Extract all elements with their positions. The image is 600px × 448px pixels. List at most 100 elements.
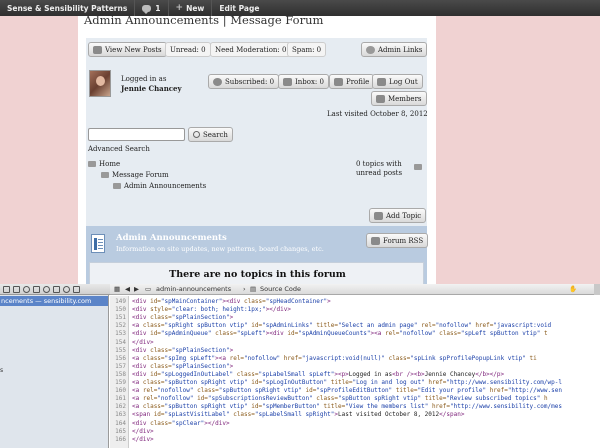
code-line[interactable]: <span id="spLastVisitLabel" class="spLab… — [132, 411, 464, 418]
add-topic-button[interactable]: Add Topic — [369, 208, 427, 223]
line-number: 153 — [115, 330, 126, 338]
breadcrumb-message-forum-label: Message Forum — [112, 171, 169, 179]
admin-links-button[interactable]: Admin Links — [361, 42, 428, 57]
code-line[interactable]: <a class="spButton spRight vtip" id="spL… — [132, 379, 562, 386]
line-number-gutter: 149 150 151 152 153 154 155 156 157 158 159 160 161 1… — [110, 296, 129, 448]
timeline-icon[interactable] — [43, 286, 50, 293]
console-icon[interactable] — [13, 286, 20, 293]
code-line[interactable]: <div class="spPlainSection"> — [132, 314, 233, 321]
debugger-icon[interactable] — [63, 286, 70, 293]
code-line[interactable]: <div id="spAdminQueue" class="spLeft"><d… — [132, 330, 548, 337]
forum-container: View New Posts Unread: 0 Need Moderation… — [86, 38, 429, 284]
view-new-posts-button[interactable]: View New Posts — [88, 42, 167, 57]
code-line[interactable]: <div class="spClear"></div> — [132, 420, 230, 427]
forum-rss-button[interactable]: Forum RSS — [366, 233, 429, 248]
line-number: 166 — [115, 435, 126, 443]
resources-icon[interactable] — [53, 286, 60, 293]
line-number: 151 — [115, 314, 126, 322]
line-number: 165 — [115, 427, 126, 435]
avatar[interactable] — [89, 70, 111, 97]
code-line[interactable]: <div id="spMainContainer"><div class="sp… — [132, 298, 331, 305]
unread-count[interactable]: Unread: 0 — [165, 42, 211, 57]
line-number: 160 — [115, 387, 126, 395]
nav-resource[interactable]: admin-announcements — [156, 285, 231, 294]
new-label: New — [186, 3, 205, 13]
editor-nav-bar: ▦ ◀ ▶ ▭ admin-announcements › ▤ Source C… — [110, 284, 600, 295]
breadcrumb-admin-announcements[interactable]: Admin Announcements — [113, 182, 206, 190]
forum-document-icon — [91, 234, 105, 253]
search-label: Search — [203, 130, 228, 139]
line-number: 149 — [115, 298, 126, 305]
nav-view[interactable]: Source Code — [260, 285, 301, 294]
spam-count[interactable]: Spam: 0 — [287, 42, 327, 57]
advanced-search-link[interactable]: Advanced Search — [88, 145, 150, 153]
add-topic-label: Add Topic — [386, 211, 422, 220]
nav-separator-icon: › — [243, 285, 246, 293]
plus-icon: + — [175, 3, 184, 13]
inspector-sidebar: ncements — sensibility.com s — [0, 295, 109, 448]
grid-icon[interactable]: ▦ — [114, 285, 120, 294]
rss-icon — [371, 236, 380, 245]
line-number: 164 — [115, 419, 126, 427]
line-number: 162 — [115, 403, 126, 411]
posts-icon — [93, 45, 102, 54]
line-number: 150 — [115, 306, 126, 314]
sidebar-item-fragment[interactable]: s — [0, 367, 3, 374]
envelope-icon — [283, 77, 292, 86]
code-line[interactable]: <a class="spRight spButton vtip" id="spA… — [132, 322, 551, 329]
back-arrow-icon[interactable]: ◀ — [125, 285, 130, 294]
members-icon — [376, 94, 385, 103]
search-icon[interactable] — [23, 286, 30, 293]
profile-button[interactable]: Profile — [329, 74, 375, 89]
code-line[interactable]: <div style="clear: both; height:1px;"></… — [132, 306, 291, 313]
web-inspector: ncements — sensibility.com s ▦ ◀ ▶ ▭ adm… — [0, 284, 600, 448]
code-line[interactable]: </div> — [132, 428, 154, 435]
forum-section-header: Admin Announcements Information on site … — [86, 226, 429, 284]
code-line[interactable]: </div> — [132, 339, 154, 346]
code-line[interactable]: <div class="spPlainSection"> — [132, 347, 233, 354]
profile-label: Profile — [346, 77, 370, 86]
search-input[interactable] — [88, 128, 185, 141]
search-button[interactable]: Search — [188, 127, 233, 142]
line-number: 156 — [115, 354, 126, 362]
logged-in-label: Logged in as — [121, 75, 167, 83]
breadcrumb-home[interactable]: Home — [88, 160, 120, 168]
snippets-icon[interactable] — [73, 286, 80, 293]
forum-section-title[interactable]: Admin Announcements — [116, 233, 227, 243]
unread-topics-status-line2: unread posts — [356, 169, 403, 177]
code-line[interactable]: <a rel="nofollow" class="spButton spRigh… — [132, 387, 562, 394]
home-icon — [88, 161, 96, 167]
code-line[interactable]: <div id="spLoggedInOutLabel" class="spLa… — [132, 371, 504, 378]
forum-icon — [101, 172, 109, 178]
search-icon — [193, 131, 200, 138]
need-moderation-count[interactable]: Need Moderation: 0 — [210, 42, 292, 57]
mark-read-icon[interactable] — [414, 164, 422, 170]
log-out-label: Log Out — [389, 77, 418, 86]
forward-arrow-icon[interactable]: ▶ — [134, 285, 139, 294]
log-out-button[interactable]: Log Out — [372, 74, 423, 89]
inbox-button[interactable]: Inbox: 0 — [278, 74, 329, 89]
members-label: Members — [388, 94, 422, 103]
members-button[interactable]: Members — [371, 91, 427, 106]
logout-icon — [377, 77, 386, 86]
line-number: 159 — [115, 379, 126, 386]
breadcrumb-message-forum[interactable]: Message Forum — [101, 171, 169, 179]
code-line[interactable]: <a class="spButton spRight vtip" id="spM… — [132, 403, 562, 410]
star-icon — [366, 45, 375, 54]
comments-count: 1 — [155, 3, 161, 13]
code-line[interactable]: <a rel="nofollow" id="spSubscriptionsRev… — [132, 395, 548, 402]
inspect-icon[interactable] — [33, 286, 40, 293]
code-line[interactable]: <div class="spPlainSection"> — [132, 363, 233, 370]
unread-topics-status-line1: 0 topics with — [356, 160, 402, 168]
editor-scrollbar[interactable] — [594, 284, 600, 295]
breadcrumb-home-label: Home — [99, 160, 121, 168]
sidebar-item-page[interactable]: ncements — sensibility.com — [0, 296, 108, 306]
no-topics-panel: There are no topics in this forum — [89, 262, 424, 284]
code-line[interactable]: </div> — [132, 436, 154, 443]
document-icon: ▭ — [145, 285, 152, 293]
code-line[interactable]: <a class="spImg spLeft"><a rel="nofollow… — [132, 355, 537, 362]
hand-icon[interactable]: ✋ — [569, 285, 577, 294]
line-number: 161 — [115, 395, 126, 403]
dock-icon[interactable] — [3, 286, 10, 293]
subscribed-button[interactable]: Subscribed: 0 — [208, 74, 280, 89]
